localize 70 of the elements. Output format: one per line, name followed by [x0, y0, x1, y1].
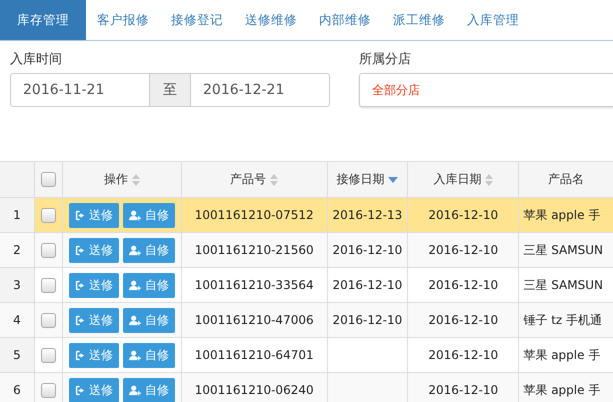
table-cell: 2016-12-10 [408, 232, 519, 268]
column-header[interactable]: 产品名 [518, 162, 613, 198]
send-repair-button[interactable]: 送修 [69, 378, 120, 402]
row-number: 3 [0, 268, 34, 302]
table-cell: 1001161210-21560 [181, 232, 328, 268]
table-row[interactable]: 5 送修 自修 1001161210-64701 2016-12-10 苹果 apple 手 [0, 338, 613, 372]
self-repair-button[interactable]: 自修 [123, 202, 176, 228]
sign-out-icon [75, 350, 86, 360]
range-separator: 至 [150, 73, 190, 107]
table-cell: 2016-12-10 [327, 232, 408, 268]
user-plus-icon [129, 384, 142, 396]
checkbox[interactable] [41, 278, 56, 293]
column-header[interactable]: 产品号 [181, 162, 328, 198]
user-plus-icon [129, 244, 142, 256]
checkbox[interactable] [41, 208, 56, 223]
checkbox[interactable] [41, 348, 56, 363]
send-repair-button[interactable]: 送修 [69, 202, 120, 228]
user-plus-icon [129, 210, 142, 220]
self-repair-button[interactable]: 自修 [123, 238, 176, 262]
row-number: 1 [0, 198, 34, 232]
table-row[interactable]: 1 送修 自修 1001161210-07512 2016-12-13 2016-12-10 苹果 apple 手 [0, 198, 613, 232]
checkbox[interactable] [41, 172, 56, 188]
sign-out-icon [75, 384, 86, 396]
column-header[interactable]: 接修日期 [327, 162, 408, 198]
row-number: 2 [0, 232, 34, 268]
field-label: 所属分店 [359, 51, 412, 68]
user-plus-icon [129, 280, 142, 290]
checkbox[interactable] [41, 382, 56, 398]
table-cell: 2016-12-13 [327, 198, 408, 232]
row-number: 4 [0, 302, 34, 338]
column-header[interactable]: 操作 [62, 162, 182, 198]
checkbox[interactable] [41, 242, 56, 258]
send-repair-button[interactable]: 送修 [69, 308, 120, 332]
row-number: 5 [0, 338, 34, 372]
user-plus-icon [129, 314, 142, 326]
table-row[interactable]: 4 送修 自修 1001161210-47006 2016-12-10 2016-12-10 锤子 tz 手机通 [0, 302, 613, 338]
table-cell: 1001161210-47006 [181, 302, 328, 338]
table-cell: 锤子 tz 手机通 [518, 302, 613, 338]
table-row[interactable]: 6 送修 自修 1001161210-06240 2016-12-10 苹果 apple 手 [0, 372, 613, 402]
date-field[interactable]: 2016-12-21 [190, 73, 330, 107]
user-plus-icon [129, 350, 142, 360]
nav-tab[interactable]: 库存管理 [0, 0, 86, 40]
table-cell: 2016-12-10 [408, 302, 519, 338]
sign-out-icon [75, 244, 86, 256]
send-repair-button[interactable]: 送修 [69, 272, 120, 298]
sign-out-icon [75, 210, 86, 220]
checkbox[interactable] [41, 312, 56, 328]
store-select[interactable]: 全部分店 [359, 73, 613, 107]
table-cell: 苹果 apple 手 [518, 198, 613, 232]
sign-out-icon [75, 314, 86, 326]
table-cell: 2016-12-10 [327, 302, 408, 338]
send-repair-button[interactable]: 送修 [69, 238, 120, 262]
table-cell: 1001161210-07512 [181, 198, 328, 232]
row-number: 6 [0, 372, 34, 402]
table-cell: 三星 SAMSUN [518, 232, 613, 268]
table-cell: 1001161210-06240 [181, 372, 328, 402]
self-repair-button[interactable]: 自修 [123, 342, 176, 368]
self-repair-button[interactable]: 自修 [123, 308, 176, 332]
table-cell: 苹果 apple 手 [518, 372, 613, 402]
table-row[interactable]: 3 送修 自修 1001161210-33564 2016-12-10 2016-12-10 三星 SAMSUN [0, 268, 613, 302]
date-field[interactable]: 2016-11-21 [10, 73, 150, 107]
self-repair-button[interactable]: 自修 [123, 272, 176, 298]
column-header[interactable]: 入库日期 [408, 162, 519, 198]
table-row[interactable]: 2 送修 自修 1001161210-21560 2016-12-10 2016-12-10 三星 SAMSUN [0, 232, 613, 268]
send-repair-button[interactable]: 送修 [69, 342, 120, 368]
field-label: 入库时间 [10, 51, 63, 68]
sign-out-icon [75, 280, 86, 290]
self-repair-button[interactable]: 自修 [123, 378, 176, 402]
table-cell: 2016-12-10 [408, 198, 519, 232]
table-cell: 2016-12-10 [408, 372, 519, 402]
